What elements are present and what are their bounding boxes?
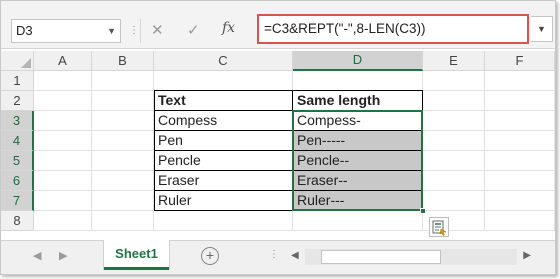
column-header-f[interactable]: F [485, 51, 555, 71]
name-box-dropdown-icon[interactable]: ▼ [107, 20, 116, 42]
table-cell[interactable]: Eraser [155, 170, 292, 190]
table-cell[interactable]: Pen [155, 130, 292, 150]
row-header-1[interactable]: 1 [1, 71, 34, 91]
name-box-value: D3 [16, 23, 33, 38]
selection-range[interactable] [292, 110, 423, 211]
formula-bar-separator [140, 19, 141, 43]
horizontal-scrollbar[interactable]: ◀ ▶ [291, 249, 531, 265]
expand-formula-bar-icon[interactable]: ▼ [531, 16, 553, 42]
column-header-d[interactable]: D [293, 51, 423, 71]
row-header-2[interactable]: 2 [1, 91, 34, 111]
formula-bar: D3 ▼ ⋮ ✕ ✓ fx =C3&REPT("-",8-LEN(C3)) ▼ [1, 1, 555, 49]
cancel-icon[interactable]: ✕ [151, 21, 164, 39]
table-cell[interactable]: Pencle [155, 150, 292, 170]
quick-analysis-icon[interactable] [429, 217, 449, 237]
tab-split-grip-icon[interactable]: ⋮ [269, 249, 280, 260]
gridline-vertical [554, 71, 555, 231]
row-header-8[interactable]: 8 [1, 211, 34, 231]
scroll-tabs-right-icon[interactable]: ▶ [59, 249, 67, 262]
table-cell[interactable]: Ruler [155, 190, 292, 210]
scrollbar-thumb[interactable] [321, 250, 441, 264]
gridline-vertical [91, 71, 92, 231]
scroll-tabs-left-icon[interactable]: ◀ [33, 249, 41, 262]
row-header-4[interactable]: 4 [1, 131, 34, 151]
column-header-b[interactable]: B [92, 51, 154, 71]
scroll-right-arrow-icon[interactable]: ▶ [523, 250, 531, 261]
sheet-tab-sheet1[interactable]: Sheet1 [104, 240, 169, 270]
table-cell[interactable]: Compess [155, 110, 292, 130]
row-header-7[interactable]: 7 [1, 191, 34, 211]
gridline-vertical [484, 71, 485, 231]
row-header-6[interactable]: 6 [1, 171, 34, 191]
formula-bar-grip-icon[interactable]: ⋮ [129, 25, 140, 36]
fill-handle[interactable] [420, 208, 426, 214]
table-header-text[interactable]: Text [155, 90, 292, 110]
enter-icon[interactable]: ✓ [187, 21, 200, 39]
formula-input[interactable]: =C3&REPT("-",8-LEN(C3)) [257, 14, 529, 44]
insert-function-button[interactable]: fx [222, 20, 235, 36]
row-header-5[interactable]: 5 [1, 151, 34, 171]
column-header-a[interactable]: A [34, 51, 92, 71]
select-all-corner[interactable] [1, 51, 34, 71]
select-all-triangle-icon[interactable] [21, 58, 31, 68]
excel-window: D3 ▼ ⋮ ✕ ✓ fx =C3&REPT("-",8-LEN(C3)) ▼ … [0, 0, 556, 275]
gridline-horizontal [34, 230, 555, 231]
table-header-same-length[interactable]: Same length [294, 90, 422, 110]
add-sheet-icon[interactable]: + [201, 247, 219, 265]
sheet-tab-bar: ◀ ▶ Sheet1 + ⋮ ◀ ▶ [1, 240, 555, 274]
scroll-left-arrow-icon[interactable]: ◀ [291, 250, 299, 261]
name-box[interactable]: D3 ▼ [11, 19, 121, 43]
row-header-3[interactable]: 3 [1, 111, 34, 131]
column-header-e[interactable]: E [423, 51, 485, 71]
column-header-c[interactable]: C [154, 51, 293, 71]
